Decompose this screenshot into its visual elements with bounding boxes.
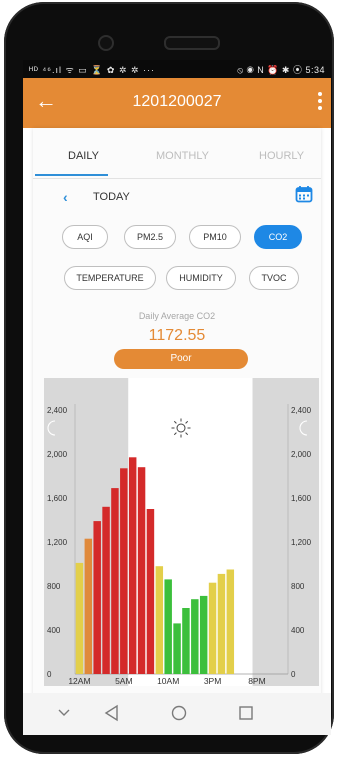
recents-square-icon[interactable]: [238, 705, 254, 721]
bar-hour-7: [137, 467, 146, 674]
metric-aqi-button[interactable]: AQI: [62, 225, 108, 249]
y-tick-label-right: 0: [291, 670, 296, 679]
y-tick-label-right: 1,600: [291, 494, 312, 503]
bar-hour-12: [182, 608, 190, 674]
x-tick-label: 5AM: [115, 676, 132, 686]
status-badge: Poor: [114, 349, 248, 369]
bar-hour-1: [84, 538, 93, 674]
y-tick-label-left: 1,600: [47, 494, 68, 503]
bar-hour-6: [128, 457, 137, 674]
y-tick-label-right: 800: [291, 582, 305, 591]
device-title: 1201200027: [132, 93, 222, 110]
bar-hour-0: [75, 562, 84, 674]
status-bar: ᴴᴰ ⁴⁶.ıl ᯤ ▭ ⏳ ✿ ✲ ✲ ··· ⦸ ◉ N ⏰ ✱ ⦿ 5:3…: [23, 60, 331, 78]
earpiece-speaker: [164, 36, 220, 50]
tab-daily[interactable]: DAILY: [68, 150, 99, 162]
co2-hourly-chart: 0 0 400 400 800 800 1,200 1,200 1,600 1,600 2,000 2…: [44, 378, 319, 686]
day-label: TODAY: [93, 191, 130, 203]
y-tick-label-right: 2,000: [291, 450, 312, 459]
tab-divider: [33, 178, 321, 179]
chevron-left-icon[interactable]: ‹: [63, 189, 68, 205]
status-left-icons: ᴴᴰ ⁴⁶.ıl ᯤ ▭ ⏳ ✿ ✲ ✲ ···: [29, 65, 156, 75]
metric-pm25-button[interactable]: PM2.5: [124, 225, 176, 249]
screen: ᴴᴰ ⁴⁶.ıl ᯤ ▭ ⏳ ✿ ✲ ✲ ··· ⦸ ◉ N ⏰ ✱ ⦿ 5:3…: [23, 60, 331, 705]
bar-hour-2: [93, 521, 101, 674]
y-tick-label-right: 1,200: [291, 538, 312, 547]
y-tick-label-left: 2,400: [47, 406, 68, 415]
bar-hour-10: [164, 579, 172, 674]
bar-hour-9: [155, 566, 164, 674]
front-camera: [98, 35, 114, 51]
tab-hourly[interactable]: HOURLY: [259, 150, 304, 162]
metric-pm10-button[interactable]: PM10: [189, 225, 241, 249]
calendar-icon[interactable]: [295, 185, 313, 203]
app-bar: ← 1201200027: [23, 78, 331, 128]
bar-hour-16: [217, 573, 226, 674]
y-tick-label-left: 800: [47, 582, 61, 591]
daily-average-label: Daily Average CO2: [138, 311, 216, 321]
y-tick-label-right: 2,400: [291, 406, 312, 415]
bar-hour-3: [102, 506, 110, 674]
back-triangle-icon[interactable]: [104, 704, 120, 722]
metric-temperature-button[interactable]: TEMPERATURE: [64, 266, 156, 290]
y-tick-label-left: 400: [47, 626, 61, 635]
metric-humidity-button[interactable]: HUMIDITY: [166, 266, 236, 290]
bar-hour-14: [199, 595, 208, 674]
x-tick-label: 8PM: [248, 676, 265, 686]
y-tick-label-left: 2,000: [47, 450, 68, 459]
bar-hour-17: [226, 569, 235, 674]
bar-hour-11: [173, 623, 181, 674]
status-right: ⦸ ◉ N ⏰ ✱ ⦿ 5:34: [237, 63, 325, 76]
day-navigator: ‹ TODAY: [33, 183, 321, 213]
more-vertical-icon[interactable]: [315, 90, 325, 112]
bar-hour-13: [191, 599, 199, 674]
active-tab-indicator: [35, 174, 108, 176]
bar-hour-8: [146, 509, 155, 674]
bar-hour-4: [111, 488, 119, 674]
bar-hour-15: [208, 582, 217, 674]
metric-co2-button[interactable]: CO2: [254, 225, 302, 249]
y-tick-label-right: 400: [291, 626, 305, 635]
x-tick-label: 12AM: [68, 676, 90, 686]
tab-monthly[interactable]: MONTHLY: [156, 150, 209, 162]
y-tick-label-left: 0: [47, 670, 52, 679]
x-tick-label: 3PM: [204, 676, 221, 686]
chevron-down-icon[interactable]: [57, 708, 71, 718]
system-navigation-bar: [23, 693, 331, 735]
status-time: 5:34: [305, 65, 325, 75]
home-circle-icon[interactable]: [171, 705, 187, 721]
bar-hour-5: [120, 468, 128, 674]
x-tick-label: 10AM: [157, 676, 179, 686]
y-tick-label-left: 1,200: [47, 538, 68, 547]
metric-tvoc-button[interactable]: TVOC: [249, 266, 299, 290]
daily-average-value: 1172.55: [148, 327, 206, 344]
status-right-icons: ⦸ ◉ N ⏰ ✱ ⦿: [237, 65, 303, 75]
